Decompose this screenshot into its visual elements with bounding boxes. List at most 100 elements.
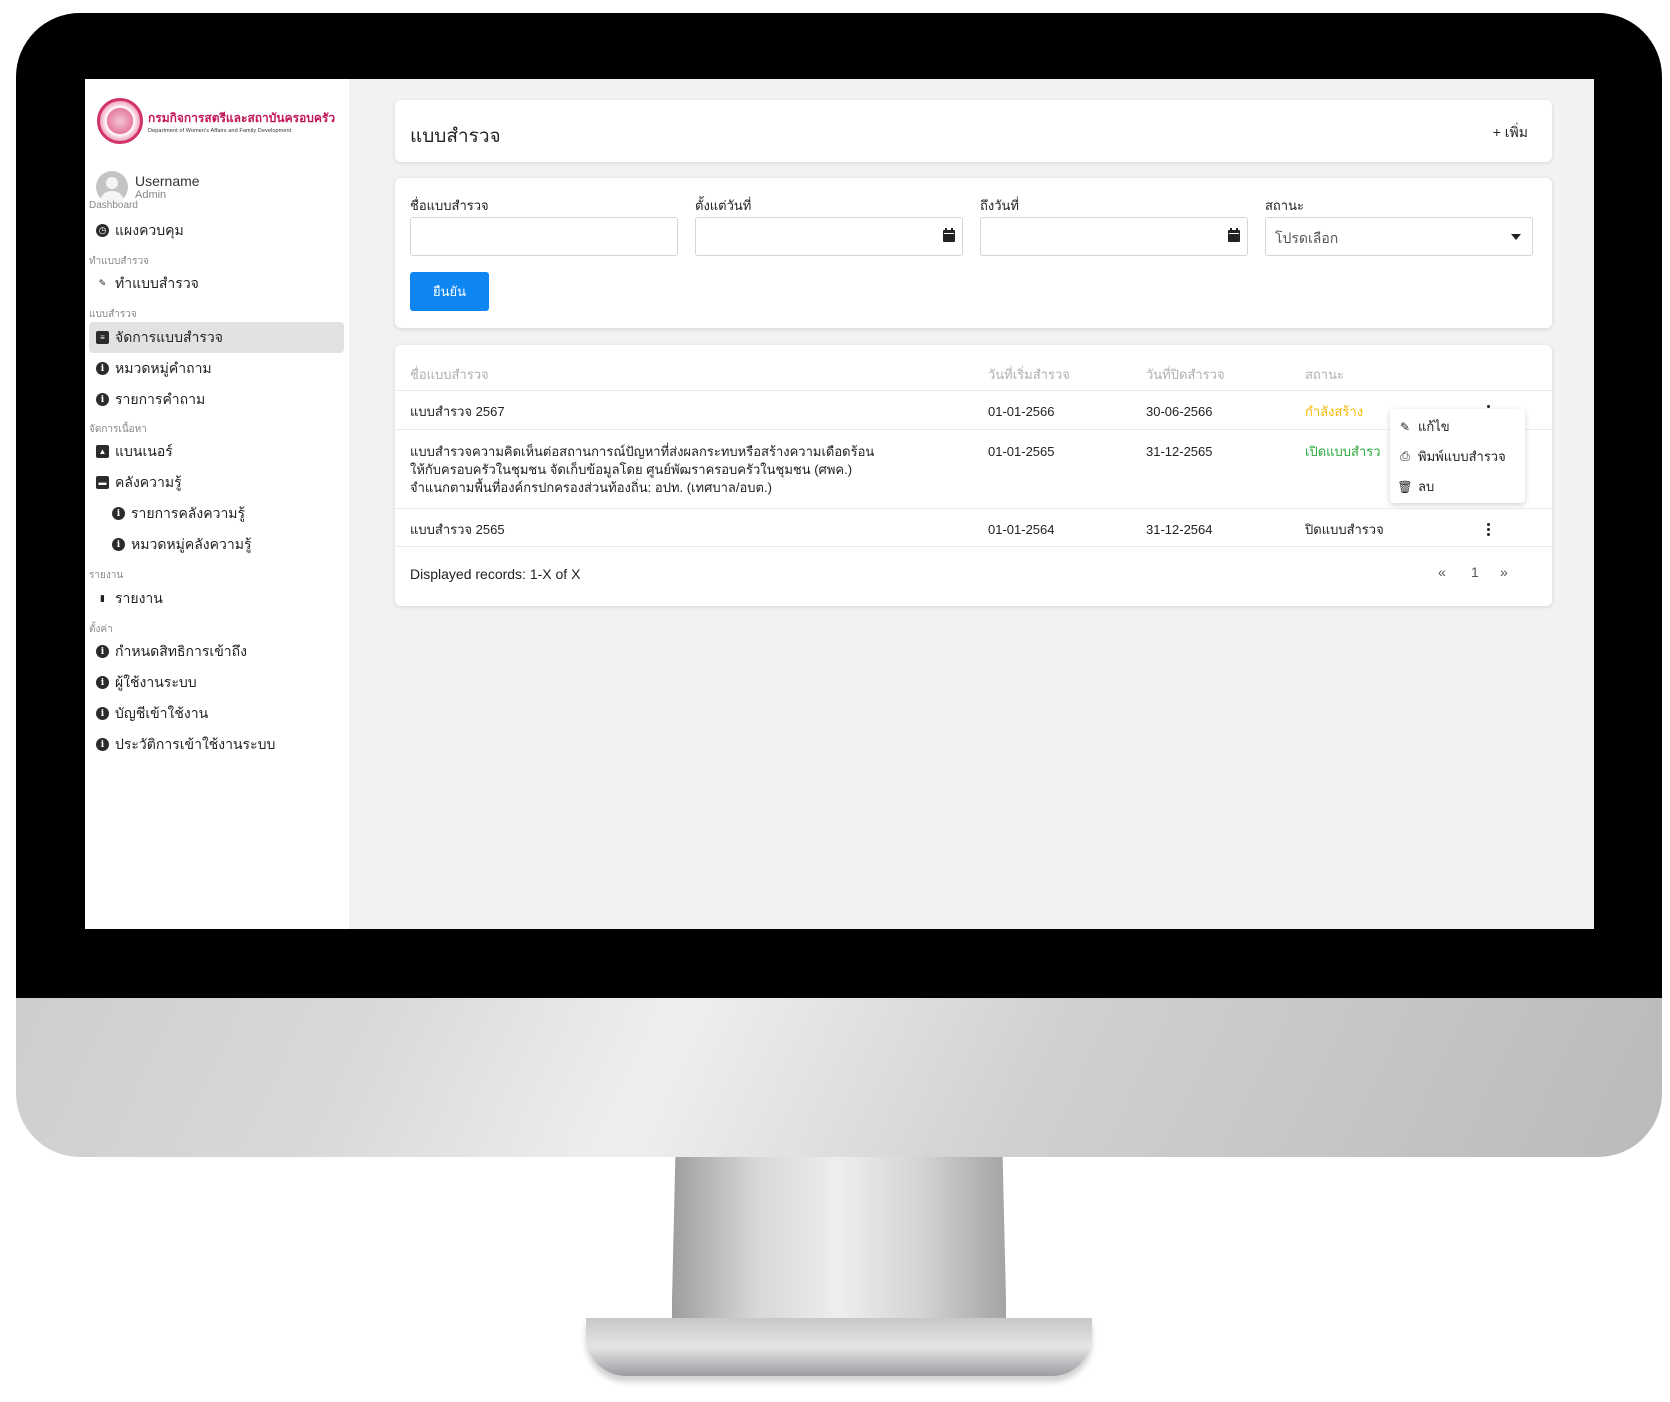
cell-survey-name: แบบสำรวจความคิดเห็นต่อสถานการณ์ปัญหาที่ส… — [410, 444, 875, 459]
cell-start-date: 01-01-2565 — [988, 444, 1055, 459]
user-name: Username — [135, 173, 200, 189]
avatar — [96, 171, 128, 203]
logo-title-th: กรมกิจการสตรีและสถาบันครอบครัว — [148, 110, 336, 125]
pagination-next[interactable]: » — [1500, 564, 1508, 580]
menu-item-edit[interactable]: ✎ แก้ไข — [1398, 416, 1450, 437]
cell-start-date: 01-01-2566 — [988, 404, 1055, 419]
sidebar-item-label: กำหนดสิทธิการเข้าถึง — [115, 642, 247, 659]
cell-start-date: 01-01-2564 — [988, 522, 1055, 537]
chevron-down-icon — [1511, 234, 1521, 240]
row-actions-kebab-icon[interactable] — [1487, 523, 1491, 537]
sidebar-item-label: คลังความรู้ — [115, 473, 182, 490]
status-label: สถานะ — [1265, 198, 1304, 213]
sidebar-item-label: หมวดหมู่คำถาม — [115, 359, 212, 376]
edit-form-icon: ✎ — [98, 278, 107, 288]
file-icon: ▮ — [100, 593, 105, 603]
user-role: Admin — [135, 189, 167, 201]
info-icon: i — [96, 393, 109, 406]
add-button[interactable]: + เพิ่ม — [1493, 122, 1528, 144]
cell-survey-name: แบบสำรวจ 2565 — [410, 522, 505, 537]
column-header-end-date: วันที่ปิดสำรวจ — [1146, 367, 1225, 382]
sidebar-item-question-list[interactable]: i รายการคำถาม — [89, 384, 344, 415]
column-header-start-date: วันที่เริ่มสำรวจ — [988, 367, 1070, 382]
section-do-survey: ทำแบบสำรวจ — [89, 256, 149, 267]
status-badge: ปิดแบบสำรวจ — [1305, 522, 1384, 537]
status-select-value: โปรดเลือก — [1275, 230, 1339, 246]
divider — [395, 429, 1552, 430]
logo-title-en: Department of Women's Affairs and Family… — [148, 127, 292, 134]
survey-name-input[interactable] — [410, 217, 678, 256]
section-survey: แบบสำรวจ — [89, 309, 137, 320]
confirm-button[interactable]: ยืนยัน — [410, 272, 489, 311]
pagination-page-1[interactable]: 1 — [1471, 564, 1479, 580]
info-icon: i — [96, 676, 109, 689]
sidebar-item-access-rights[interactable]: i กำหนดสิทธิการเข้าถึง — [89, 636, 344, 667]
divider — [395, 546, 1552, 547]
pencil-icon: ✎ — [1399, 419, 1411, 434]
sidebar-item-manage-survey[interactable]: ≡ จัดการแบบสำรวจ — [89, 322, 344, 353]
sidebar-item-label: ประวัติการเข้าใช้งานระบบ — [115, 735, 276, 752]
sidebar-item-do-survey[interactable]: ✎ ทำแบบสำรวจ — [89, 268, 344, 299]
column-header-status: สถานะ — [1305, 367, 1344, 382]
info-icon: i — [96, 738, 109, 751]
sidebar-item-knowledge-list[interactable]: i รายการคลังความรู้ — [89, 498, 344, 529]
sidebar-item-label: ผู้ใช้งานระบบ — [115, 673, 197, 690]
section-content: จัดการเนื้อหา — [89, 424, 147, 435]
from-date-input[interactable] — [695, 217, 963, 256]
status-badge: กำลังสร้าง — [1305, 404, 1364, 419]
cell-survey-name-line-2: ให้กับครอบครัวในชุมชน จัดเก็บข้อมูลโดย ศ… — [410, 462, 853, 477]
divider — [395, 390, 1552, 391]
department-logo[interactable]: กรมกิจการสตรีและสถาบันครอบครัว Departmen… — [97, 98, 335, 144]
filter-panel: ชื่อแบบสำรวจ ตั้งแต่วันที่ ถึงวันที่ สถา… — [395, 178, 1552, 328]
monitor-stand-base — [586, 1318, 1092, 1376]
info-icon: i — [96, 707, 109, 720]
info-icon: i — [112, 538, 125, 551]
to-date-label: ถึงวันที่ — [980, 198, 1019, 213]
cell-end-date: 31-12-2564 — [1146, 522, 1213, 537]
trash-icon: 🗑 — [1397, 479, 1413, 494]
survey-table: ชื่อแบบสำรวจ วันที่เริ่มสำรวจ วันที่ปิดส… — [395, 345, 1552, 606]
sidebar-item-knowledge-category[interactable]: i หมวดหมู่คลังความรู้ — [89, 529, 344, 560]
calendar-icon[interactable] — [943, 228, 955, 242]
sidebar-item-label: หมวดหมู่คลังความรู้ — [131, 535, 252, 552]
status-badge: เปิดแบบสำรว — [1305, 444, 1381, 459]
pagination-prev[interactable]: « — [1438, 564, 1446, 580]
clipboard-icon: ≡ — [96, 331, 109, 344]
cell-survey-name-line-3: จำแนกตามพื้นที่องค์กรปกครองส่วนท้องถิ่น:… — [410, 480, 772, 495]
sidebar-item-report[interactable]: ▮ รายงาน — [89, 583, 344, 614]
survey-name-label: ชื่อแบบสำรวจ — [410, 198, 489, 213]
sidebar-item-system-users[interactable]: i ผู้ใช้งานระบบ — [89, 667, 344, 698]
calendar-icon[interactable] — [1228, 228, 1240, 242]
sidebar-item-banner[interactable]: ▲ แบนเนอร์ — [89, 436, 344, 467]
sidebar: กรมกิจการสตรีและสถาบันครอบครัว Departmen… — [85, 79, 349, 929]
cell-end-date: 31-12-2565 — [1146, 444, 1213, 459]
page-title: แบบสำรวจ — [410, 126, 501, 147]
user-profile[interactable]: Username Admin — [96, 171, 200, 203]
section-dashboard: Dashboard — [89, 200, 138, 211]
sidebar-item-question-category[interactable]: i หมวดหมู่คำถาม — [89, 353, 344, 384]
records-count: Displayed records: 1-X of X — [410, 566, 581, 582]
menu-item-print[interactable]: ⎙ พิมพ์แบบสำรวจ — [1398, 446, 1506, 467]
sidebar-item-login-history[interactable]: i ประวัติการเข้าใช้งานระบบ — [89, 729, 344, 760]
sidebar-item-label: แผงควบคุม — [115, 221, 184, 238]
sidebar-item-label: ทำแบบสำรวจ — [115, 274, 199, 291]
sidebar-item-accounts[interactable]: i บัญชีเข้าใช้งาน — [89, 698, 344, 729]
app-screen: กรมกิจการสตรีและสถาบันครอบครัว Departmen… — [85, 79, 1594, 929]
dashboard-icon: ◷ — [96, 224, 109, 237]
printer-icon: ⎙ — [1400, 449, 1410, 463]
sidebar-item-label: รายการคำถาม — [115, 390, 206, 407]
sidebar-item-label: แบนเนอร์ — [115, 442, 173, 459]
row-actions-menu: ✎ แก้ไข ⎙ พิมพ์แบบสำรวจ 🗑 ลบ — [1390, 409, 1525, 503]
sidebar-item-dashboard[interactable]: ◷ แผงควบคุม — [89, 215, 344, 246]
sidebar-item-knowledge[interactable]: ▬ คลังความรู้ — [89, 467, 344, 498]
image-icon: ▲ — [96, 445, 109, 458]
page-header: แบบสำรวจ + เพิ่ม — [395, 100, 1552, 162]
status-select[interactable]: โปรดเลือก — [1265, 217, 1533, 256]
to-date-input[interactable] — [980, 217, 1248, 256]
menu-item-delete[interactable]: 🗑 ลบ — [1397, 476, 1434, 497]
sidebar-item-label: รายการคลังความรู้ — [131, 504, 246, 521]
cell-end-date: 30-06-2566 — [1146, 404, 1213, 419]
section-settings: ตั้งค่า — [89, 624, 113, 635]
info-icon: i — [112, 507, 125, 520]
sidebar-item-label: บัญชีเข้าใช้งาน — [115, 704, 209, 721]
